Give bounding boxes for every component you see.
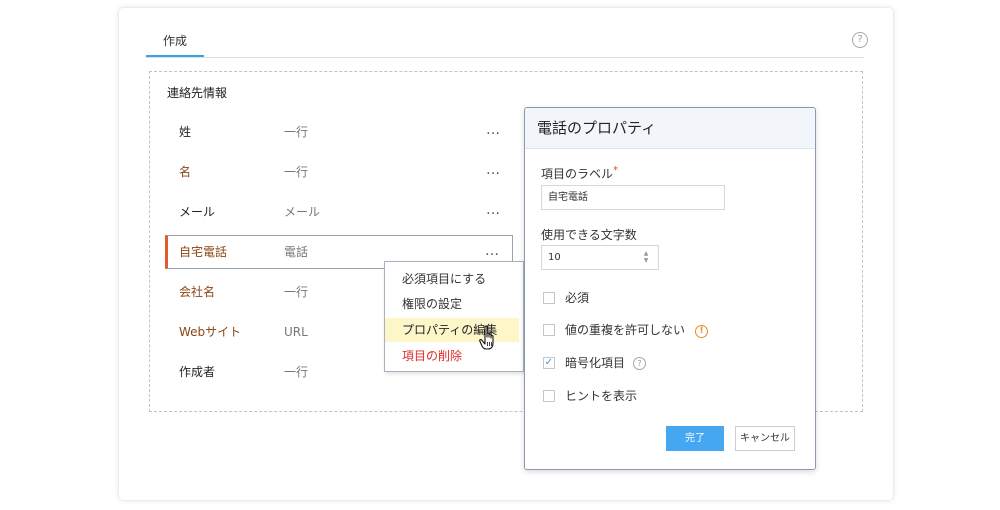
field-row-first-name[interactable]: 名 一行 … bbox=[165, 155, 513, 189]
field-context-menu: 必須項目にする 権限の設定 プロパティの編集 項目の削除 bbox=[384, 261, 524, 372]
more-options-icon[interactable]: … bbox=[486, 155, 501, 185]
max-chars-label: 使用できる文字数 bbox=[541, 228, 637, 242]
field-row-last-name[interactable]: 姓 一行 … bbox=[165, 115, 513, 149]
field-type: メール bbox=[284, 205, 321, 219]
more-options-icon[interactable]: … bbox=[486, 115, 501, 145]
checkbox-label: 暗号化項目? bbox=[565, 356, 647, 371]
menu-item-make-required[interactable]: 必須項目にする bbox=[385, 267, 519, 291]
checkbox-label: 値の重複を許可しない! bbox=[565, 323, 709, 338]
required-asterisk: * bbox=[613, 165, 619, 176]
section-title: 連絡先情報 bbox=[167, 86, 228, 100]
field-type: URL bbox=[284, 325, 308, 339]
checkbox-label: ヒントを表示 bbox=[565, 389, 638, 403]
field-label: Webサイト bbox=[179, 325, 242, 339]
field-label: 会社名 bbox=[179, 285, 216, 299]
field-type: 一行 bbox=[284, 165, 309, 179]
hand-cursor-icon bbox=[479, 325, 494, 350]
field-label-label: 項目のラベル* bbox=[541, 165, 619, 181]
field-label: 名 bbox=[179, 165, 192, 179]
checkbox-box[interactable] bbox=[543, 292, 555, 304]
field-type: 一行 bbox=[284, 365, 309, 379]
warning-icon: ! bbox=[695, 325, 709, 338]
spinner-icon[interactable]: ▲ ▼ bbox=[642, 250, 650, 264]
more-options-icon[interactable]: … bbox=[486, 195, 501, 225]
cancel-button[interactable]: キャンセル bbox=[735, 426, 795, 451]
field-type: 電話 bbox=[284, 245, 309, 259]
checkbox-label: 必須 bbox=[565, 291, 590, 305]
field-label-input[interactable]: 自宅電話 bbox=[541, 185, 725, 210]
info-icon[interactable]: ? bbox=[633, 357, 647, 370]
done-button[interactable]: 完了 bbox=[666, 426, 724, 451]
dialog-title: 電話のプロパティ bbox=[537, 119, 657, 137]
max-chars-input[interactable]: 10 ▲ ▼ bbox=[541, 245, 659, 270]
field-row-email[interactable]: メール メール … bbox=[165, 195, 513, 229]
field-type: 一行 bbox=[284, 285, 309, 299]
field-label: 作成者 bbox=[179, 365, 216, 379]
field-type: 一行 bbox=[284, 125, 309, 139]
menu-item-permissions[interactable]: 権限の設定 bbox=[385, 292, 519, 316]
help-icon[interactable]: ? bbox=[852, 32, 868, 48]
checkbox-box-checked[interactable]: ✓ bbox=[543, 357, 555, 369]
dialog-header: 電話のプロパティ bbox=[525, 108, 815, 149]
checkbox-box[interactable] bbox=[543, 324, 555, 336]
field-label: メール bbox=[179, 205, 216, 219]
checkbox-box[interactable] bbox=[543, 390, 555, 402]
tab-bar: 作成 bbox=[146, 28, 864, 58]
field-label: 姓 bbox=[179, 125, 192, 139]
tab-create[interactable]: 作成 bbox=[146, 28, 204, 57]
max-chars-value: 10 bbox=[548, 252, 561, 263]
phone-properties-dialog: 電話のプロパティ bbox=[524, 107, 816, 470]
field-label: 自宅電話 bbox=[179, 245, 228, 259]
